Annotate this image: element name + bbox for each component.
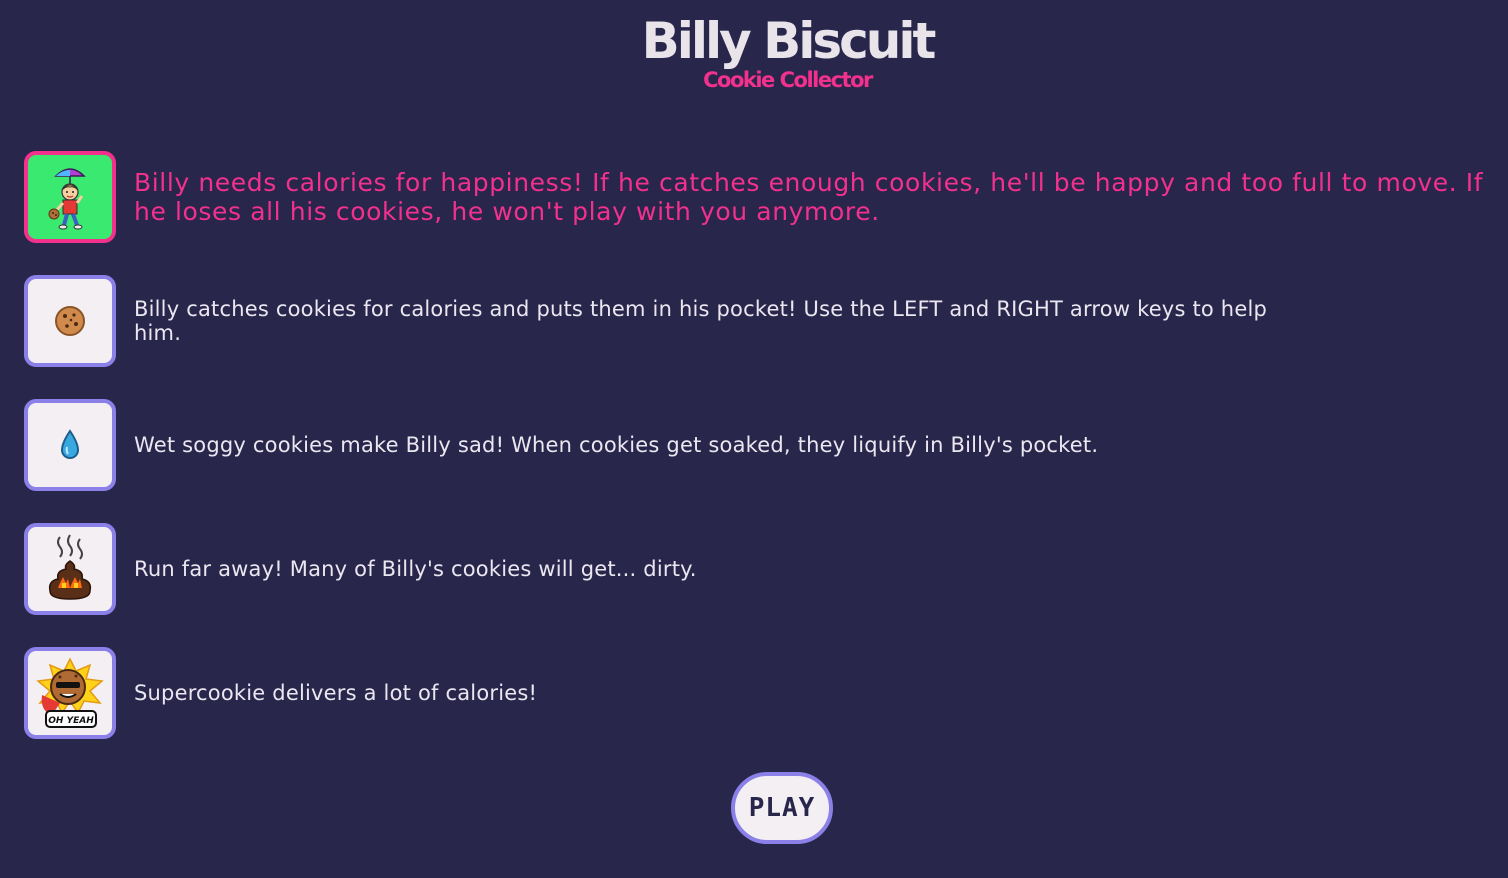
billy-tile — [24, 151, 116, 243]
cookie-icon — [55, 306, 85, 336]
instruction-text-water: Wet soggy cookies make Billy sad! When c… — [134, 433, 1099, 457]
instruction-row-water: Wet soggy cookies make Billy sad! When c… — [24, 399, 1494, 491]
instruction-text-cookie: Billy catches cookies for calories and p… — [134, 297, 1268, 345]
game-title: Billy Biscuit — [641, 12, 937, 70]
instruction-row-cookie: Billy catches cookies for calories and p… — [24, 275, 1494, 367]
instruction-text-supercookie: Supercookie delivers a lot of calories! — [134, 681, 538, 705]
instructions-screen: Billy Biscuit Cookie Collector Billy nee… — [0, 0, 1508, 878]
instruction-row-supercookie: OH YEAH Supercookie delivers a lot of ca… — [24, 647, 1494, 739]
game-subtitle: Cookie Collector — [703, 68, 873, 92]
play-button[interactable]: PLAY — [731, 772, 833, 844]
cookie-tile — [24, 275, 116, 367]
instruction-text-poop: Run far away! Many of Billy's cookies wi… — [134, 557, 697, 581]
instruction-text-billy: Billy needs calories for happiness! If h… — [134, 168, 1484, 226]
instruction-row-poop: Run far away! Many of Billy's cookies wi… — [24, 523, 1494, 615]
supercookie-badge-text: OH YEAH — [48, 716, 94, 726]
supercookie-tile: OH YEAH — [24, 647, 116, 739]
stinky-poop-icon — [48, 534, 92, 600]
water-tile — [24, 399, 116, 491]
water-drop-icon — [60, 429, 80, 459]
poop-tile — [24, 523, 116, 615]
supercookie-icon: OH YEAH — [36, 657, 104, 728]
billy-with-umbrella-icon — [48, 168, 86, 230]
instruction-row-billy: Billy needs calories for happiness! If h… — [24, 151, 1494, 243]
